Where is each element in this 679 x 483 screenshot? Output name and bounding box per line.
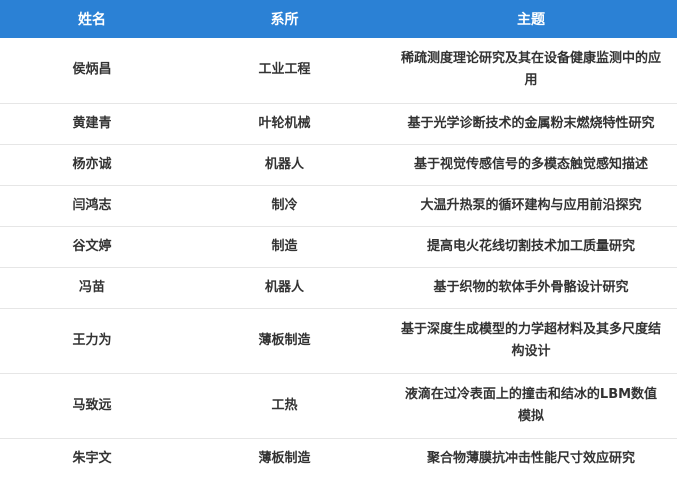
cell-name: 侯炳昌 — [0, 38, 184, 104]
cell-name: 冯苗 — [0, 267, 184, 309]
cell-topic: 基于织物的软体手外骨骼设计研究 — [385, 267, 677, 309]
cell-topic: 大温升热泵的循环建构与应用前沿探究 — [385, 185, 677, 227]
table-row: 谷文婷 制造 提高电火花线切割技术加工质量研究 — [0, 226, 677, 268]
cell-dept: 制造 — [184, 226, 385, 268]
cell-name: 杨亦诚 — [0, 144, 184, 186]
cell-name: 朱宇文 — [72, 450, 112, 466]
table-row: 侯炳昌 工业工程 稀疏测度理论研究及其在设备健康监测中的应用 — [0, 38, 677, 104]
header-row: 姓名 系所 主题 — [0, 0, 677, 38]
cell-topic: 提高电火花线切割技术加工质量研究 — [385, 226, 677, 268]
cell-name: 黄建青 — [0, 103, 184, 145]
cell-dept: 工热 — [184, 373, 385, 439]
cell-dept: 机器人 — [184, 267, 385, 309]
table-row: 冯苗 机器人 基于织物的软体手外骨骼设计研究 — [0, 267, 677, 309]
header-topic: 主题 — [385, 0, 677, 38]
cell-topic: 稀疏测度理论研究及其在设备健康监测中的应用 — [385, 38, 677, 104]
table-row: 杨亦诚 机器人 基于视觉传感信号的多模态触觉感知描述 — [0, 144, 677, 186]
table-header: 姓名 系所 主题 — [0, 0, 677, 38]
cell-topic: 基于视觉传感信号的多模态触觉感知描述 — [385, 144, 677, 186]
cell-dept: 机器人 — [184, 144, 385, 186]
cell-name: 王力为 — [0, 308, 184, 374]
cell-name: 谷文婷 — [0, 226, 184, 268]
cell-dept: 薄板制造 — [258, 450, 311, 466]
cell-name: 闫鸿志 — [0, 185, 184, 227]
cell-topic: 基于光学诊断技术的金属粉末燃烧特性研究 — [385, 103, 677, 145]
cell-dept: 薄板制造 — [184, 308, 385, 374]
header-name: 姓名 — [0, 0, 184, 38]
cell-topic: 液滴在过冷表面上的撞击和结冰的LBM数值模拟 — [385, 373, 677, 439]
table-row: 朱宇文 薄板制造 聚合物薄膜抗冲击性能尺寸效应研究 — [0, 438, 677, 479]
cell-dept: 叶轮机械 — [184, 103, 385, 145]
cell-topic: 基于深度生成模型的力学超材料及其多尺度结构设计 — [385, 308, 677, 374]
table-body: 侯炳昌 工业工程 稀疏测度理论研究及其在设备健康监测中的应用 黄建青 叶轮机械 … — [0, 38, 677, 479]
cell-dept: 制冷 — [184, 185, 385, 227]
table-row: 王力为 薄板制造 基于深度生成模型的力学超材料及其多尺度结构设计 — [0, 308, 677, 374]
topics-table: 姓名 系所 主题 侯炳昌 工业工程 稀疏测度理论研究及其在设备健康监测中的应用 … — [0, 0, 677, 479]
table-row: 闫鸿志 制冷 大温升热泵的循环建构与应用前沿探究 — [0, 185, 677, 227]
header-dept: 系所 — [184, 0, 385, 38]
cell-topic: 聚合物薄膜抗冲击性能尺寸效应研究 — [426, 450, 635, 466]
table-row: 黄建青 叶轮机械 基于光学诊断技术的金属粉末燃烧特性研究 — [0, 103, 677, 145]
cell-name: 马致远 — [0, 373, 184, 439]
table-row: 马致远 工热 液滴在过冷表面上的撞击和结冰的LBM数值模拟 — [0, 373, 677, 439]
cell-dept: 工业工程 — [184, 38, 385, 104]
